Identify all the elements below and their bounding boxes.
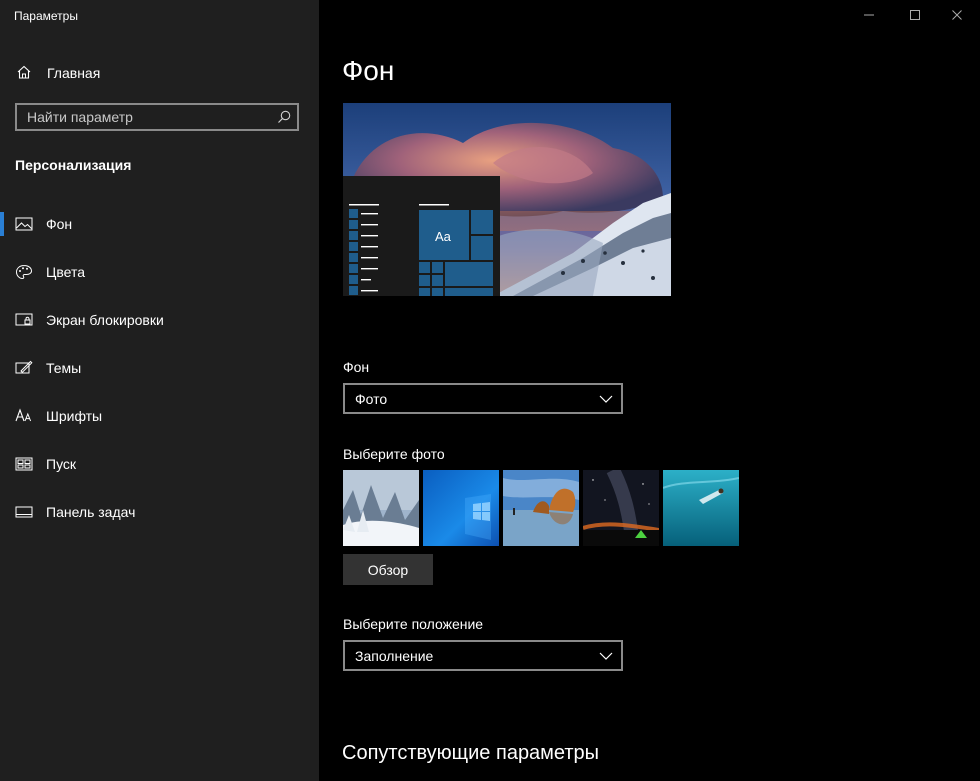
snow-forest-image: [343, 470, 419, 546]
lock-screen-icon: [15, 313, 33, 326]
sidebar-item-lock-screen[interactable]: Экран блокировки: [0, 296, 319, 344]
app-title: Параметры: [14, 9, 78, 23]
chevron-down-icon: [599, 395, 613, 403]
choose-photo-label: Выберите фото: [343, 446, 445, 462]
sidebar-nav: Фон Цвета Экран блокировки Темы Шрифты П…: [0, 200, 319, 536]
related-settings-title: Сопутствующие параметры: [342, 742, 600, 764]
background-preview: Aa: [343, 103, 671, 296]
minimize-button[interactable]: [846, 0, 892, 30]
background-value: Фото: [355, 391, 388, 407]
maximize-button[interactable]: [892, 0, 938, 30]
chevron-down-icon: [599, 652, 613, 660]
picture-icon: [15, 217, 33, 231]
sidebar-item-label: Экран блокировки: [46, 312, 164, 328]
beach-rocks-image: [503, 470, 579, 546]
sidebar-item-label: Шрифты: [46, 408, 103, 424]
sidebar-item-label: Темы: [46, 360, 82, 376]
minimize-icon: [864, 14, 874, 16]
background-label: Фон: [343, 359, 370, 375]
wallpaper-image: [343, 103, 671, 296]
start-icon: [15, 457, 33, 471]
photo-thumbnail-underwater[interactable]: [663, 470, 739, 546]
sidebar-item-label: Пуск: [46, 456, 77, 472]
section-title: Персонализация: [15, 157, 132, 173]
close-icon: [952, 10, 962, 20]
sidebar-item-fonts[interactable]: Шрифты: [0, 392, 319, 440]
search-icon[interactable]: [276, 109, 292, 125]
photo-thumbnail-windows-blue[interactable]: [423, 470, 499, 546]
themes-icon: [15, 360, 33, 374]
position-value: Заполнение: [355, 648, 434, 664]
windows-blue-image: [423, 470, 499, 546]
fonts-icon: [15, 408, 32, 422]
sidebar-item-label: Цвета: [46, 264, 85, 280]
sidebar-item-label: Фон: [46, 216, 73, 232]
search-input[interactable]: [17, 105, 277, 129]
sidebar-item-start[interactable]: Пуск: [0, 440, 319, 488]
sidebar: Параметры Главная Персонализация Фон: [0, 0, 319, 781]
preview-tile-label: Aa: [435, 229, 451, 244]
close-button[interactable]: [934, 0, 980, 30]
sidebar-item-background[interactable]: Фон: [0, 200, 319, 248]
taskbar-icon: [15, 506, 33, 518]
palette-icon: [15, 264, 33, 280]
position-dropdown[interactable]: Заполнение: [343, 640, 623, 671]
sidebar-item-taskbar[interactable]: Панель задач: [0, 488, 319, 536]
photo-thumbnails: [343, 470, 743, 546]
sidebar-item-colors[interactable]: Цвета: [0, 248, 319, 296]
background-dropdown[interactable]: Фото: [343, 383, 623, 414]
sidebar-item-themes[interactable]: Темы: [0, 344, 319, 392]
search-box[interactable]: [15, 103, 299, 131]
position-label: Выберите положение: [343, 616, 484, 632]
home-icon: [17, 65, 31, 79]
photo-thumbnail-night[interactable]: [583, 470, 659, 546]
home-label: Главная: [47, 65, 101, 81]
sidebar-item-label: Панель задач: [46, 504, 136, 520]
page-title: Фон: [342, 55, 395, 86]
photo-thumbnail-rocks[interactable]: [503, 470, 579, 546]
underwater-image: [663, 470, 739, 546]
content-area: Фон Aa Фон Фото Выберите фото Обзор Выбе…: [319, 0, 980, 781]
browse-button[interactable]: Обзор: [343, 554, 433, 585]
home-link[interactable]: Главная: [0, 56, 319, 88]
night-sky-image: [583, 470, 659, 546]
photo-thumbnail-snow[interactable]: [343, 470, 419, 546]
maximize-icon: [910, 10, 920, 20]
